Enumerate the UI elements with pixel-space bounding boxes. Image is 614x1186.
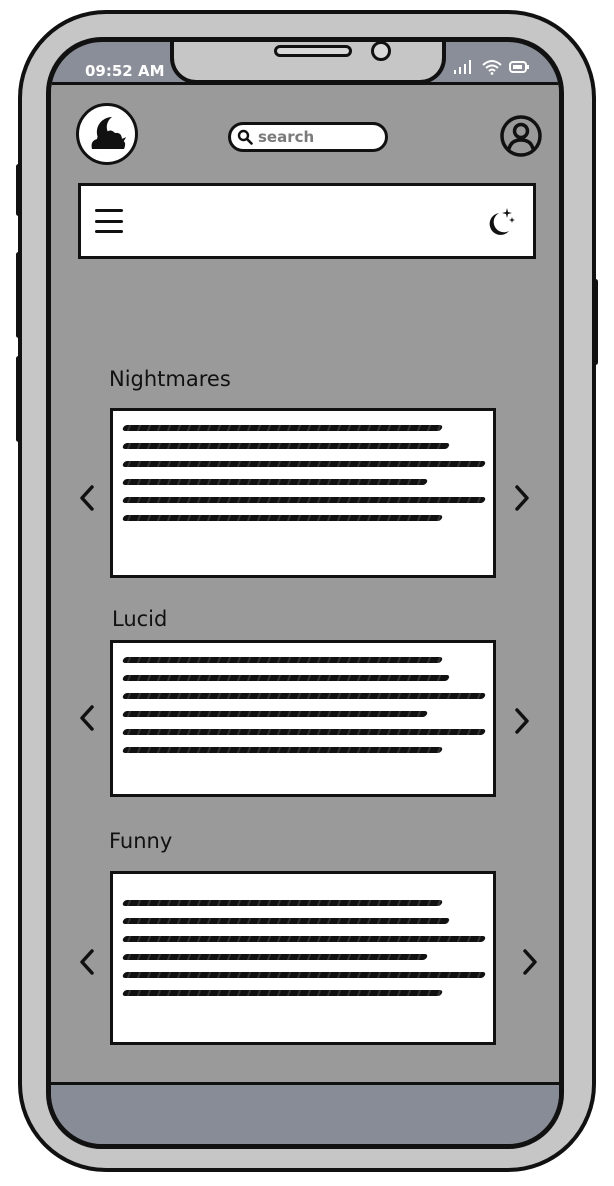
text-line [121,990,443,996]
text-line [121,657,443,663]
chevron-left-icon[interactable] [76,703,98,733]
main-content: search Nightmares Lucid Funny [51,82,559,1085]
logo-button[interactable] [76,103,138,165]
text-line [121,461,487,467]
navbar [78,183,536,259]
chevron-right-icon[interactable] [511,483,533,513]
camera [371,42,391,61]
text-line [121,747,443,753]
chevron-right-icon[interactable] [519,947,541,977]
volume-up-button [16,252,21,338]
dream-card-lucid[interactable] [110,640,496,797]
speaker [274,45,352,57]
text-line [121,425,443,431]
section-title-lucid: Lucid [112,607,168,631]
text-line [121,900,443,906]
text-line [121,729,487,735]
section-title-funny: Funny [109,829,173,853]
wifi-icon [482,60,502,75]
bottom-bar [51,1082,559,1144]
phone-frame: 09:52 AM search Nightmares Lucid Funny [16,10,598,1172]
battery-icon [509,61,529,73]
text-line [121,675,450,681]
text-line [121,918,450,924]
power-button [593,279,598,365]
volume-down-button [16,356,21,442]
status-icons [453,59,531,75]
dream-card-nightmares[interactable] [110,408,496,578]
chevron-right-icon[interactable] [511,706,533,736]
moon-stars-icon[interactable] [481,204,517,240]
hamburger-icon[interactable] [95,209,123,233]
screen: 09:52 AM search Nightmares Lucid Funny [46,37,564,1149]
chevron-left-icon[interactable] [76,947,98,977]
dream-card-funny[interactable] [110,871,496,1045]
text-line [121,497,487,503]
search-icon [237,129,253,145]
text-line [121,515,443,521]
text-line [121,936,487,942]
text-line [121,972,487,978]
chevron-left-icon[interactable] [76,483,98,513]
status-time: 09:52 AM [85,62,165,80]
text-line [121,711,429,717]
text-line [121,443,450,449]
signal-icon [454,60,471,74]
search-input[interactable]: search [228,122,388,152]
moon-cloud-icon [91,116,126,149]
section-title-nightmares: Nightmares [109,367,231,391]
text-line [121,693,487,699]
user-icon[interactable] [499,114,543,158]
search-placeholder: search [258,128,315,146]
text-line [121,479,429,485]
side-button [16,164,21,216]
text-line [121,954,429,960]
notch [170,42,446,84]
